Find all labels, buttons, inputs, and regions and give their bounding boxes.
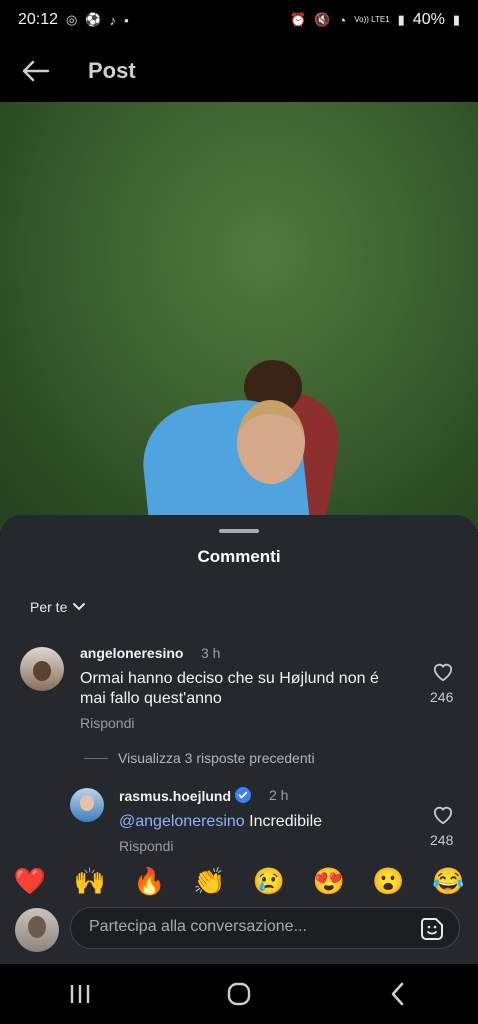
sort-dropdown[interactable]: Per te xyxy=(30,599,86,615)
my-avatar xyxy=(15,908,59,952)
emoji-heart[interactable]: ❤️ xyxy=(14,866,46,897)
wifi-icon: ◔ xyxy=(338,12,347,28)
post-media[interactable] xyxy=(0,102,478,532)
back-arrow-icon xyxy=(22,60,50,82)
reply-button[interactable]: Rispondi xyxy=(80,715,134,731)
reply-username-text: rasmus.hoejlund xyxy=(119,788,232,804)
signal-icon: ▮ xyxy=(397,12,405,27)
like-count: 246 xyxy=(430,689,454,705)
home-icon xyxy=(227,982,251,1006)
like-button[interactable] xyxy=(430,805,456,830)
battery-percent: 40% xyxy=(412,11,445,28)
player-blond-head xyxy=(237,400,305,484)
reply-mention[interactable]: @angeloneresino xyxy=(119,813,245,830)
home-button[interactable] xyxy=(209,974,269,1014)
emoji-fire[interactable]: 🔥 xyxy=(133,866,165,897)
emoji-raised-hands[interactable]: 🙌 xyxy=(73,866,105,897)
reply-text-body: Incredibile xyxy=(249,813,323,830)
comment-input-container[interactable] xyxy=(70,907,460,949)
alarm-icon: ⏰ xyxy=(290,12,307,27)
network-label: Vo)) LTE1 xyxy=(354,15,390,24)
chevron-down-icon xyxy=(73,603,86,611)
sheet-drag-handle[interactable] xyxy=(219,529,259,533)
emoji-heart-eyes[interactable]: 😍 xyxy=(312,866,344,897)
avatar-rasmus-hoejlund[interactable] xyxy=(70,788,104,822)
avatar-face xyxy=(80,795,94,811)
avatar-face xyxy=(33,661,51,681)
tiktok-notification-icon: ♪ xyxy=(109,12,117,28)
mute-icon: 🔇 xyxy=(314,12,331,27)
status-left: 20:12 ◎ ⚽ ♪ • xyxy=(18,11,129,29)
comment-composer xyxy=(0,900,478,964)
comments-title: Commenti xyxy=(197,547,281,566)
view-replies-button[interactable]: Visualizza 3 risposte precedenti xyxy=(84,750,315,766)
emoji-laughing[interactable]: 😂 xyxy=(432,866,464,897)
emoji-surprised[interactable]: 😮 xyxy=(372,866,404,897)
recent-apps-button[interactable] xyxy=(50,974,110,1014)
emoji-clapping[interactable]: 👏 xyxy=(193,866,225,897)
sort-label: Per te xyxy=(30,599,68,615)
sticker-icon[interactable] xyxy=(419,916,445,942)
comment-time: 3 h xyxy=(201,645,221,661)
avatar-angeloneresino[interactable] xyxy=(20,647,64,691)
chevron-left-icon xyxy=(392,982,404,1006)
page-title: Post xyxy=(88,58,136,83)
system-nav-bar xyxy=(0,964,478,1024)
comment-text: Ormai hanno deciso che su Højlund non é … xyxy=(80,670,379,707)
status-time: 20:12 xyxy=(18,11,59,28)
reply-text: @angeloneresino Incredibile xyxy=(119,812,322,832)
status-bar: 20:12 ◎ ⚽ ♪ • ⏰ 🔇 ◔ Vo)) LTE1 ▮ 40% ▮ xyxy=(0,0,478,40)
reply-username[interactable]: rasmus.hoejlund xyxy=(119,787,252,804)
emoji-crying[interactable]: 😢 xyxy=(253,866,285,897)
system-back-button[interactable] xyxy=(368,974,428,1014)
heart-outline-icon xyxy=(433,663,453,682)
heart-outline-icon xyxy=(433,806,453,825)
divider-line xyxy=(84,757,108,759)
verified-badge-icon xyxy=(235,787,252,803)
recent-apps-icon xyxy=(70,985,89,1003)
top-bar: Post xyxy=(0,40,478,102)
comment-username[interactable]: angeloneresino xyxy=(80,645,183,661)
battery-icon: ▮ xyxy=(452,12,460,27)
instagram-notification-icon: ◎ xyxy=(66,12,78,27)
soccer-notification-icon: ⚽ xyxy=(85,12,102,27)
status-right: ⏰ 🔇 ◔ Vo)) LTE1 ▮ 40% ▮ xyxy=(290,11,460,29)
comment-input[interactable] xyxy=(87,917,391,937)
more-notifications-dot-icon: • xyxy=(124,12,129,28)
like-button[interactable] xyxy=(430,662,456,687)
avatar-face xyxy=(28,916,46,938)
view-replies-label: Visualizza 3 risposte precedenti xyxy=(118,750,315,766)
like-count: 248 xyxy=(430,832,454,848)
back-button[interactable] xyxy=(18,54,52,88)
reply-button[interactable]: Rispondi xyxy=(119,838,173,854)
reply-time: 2 h xyxy=(269,787,289,803)
